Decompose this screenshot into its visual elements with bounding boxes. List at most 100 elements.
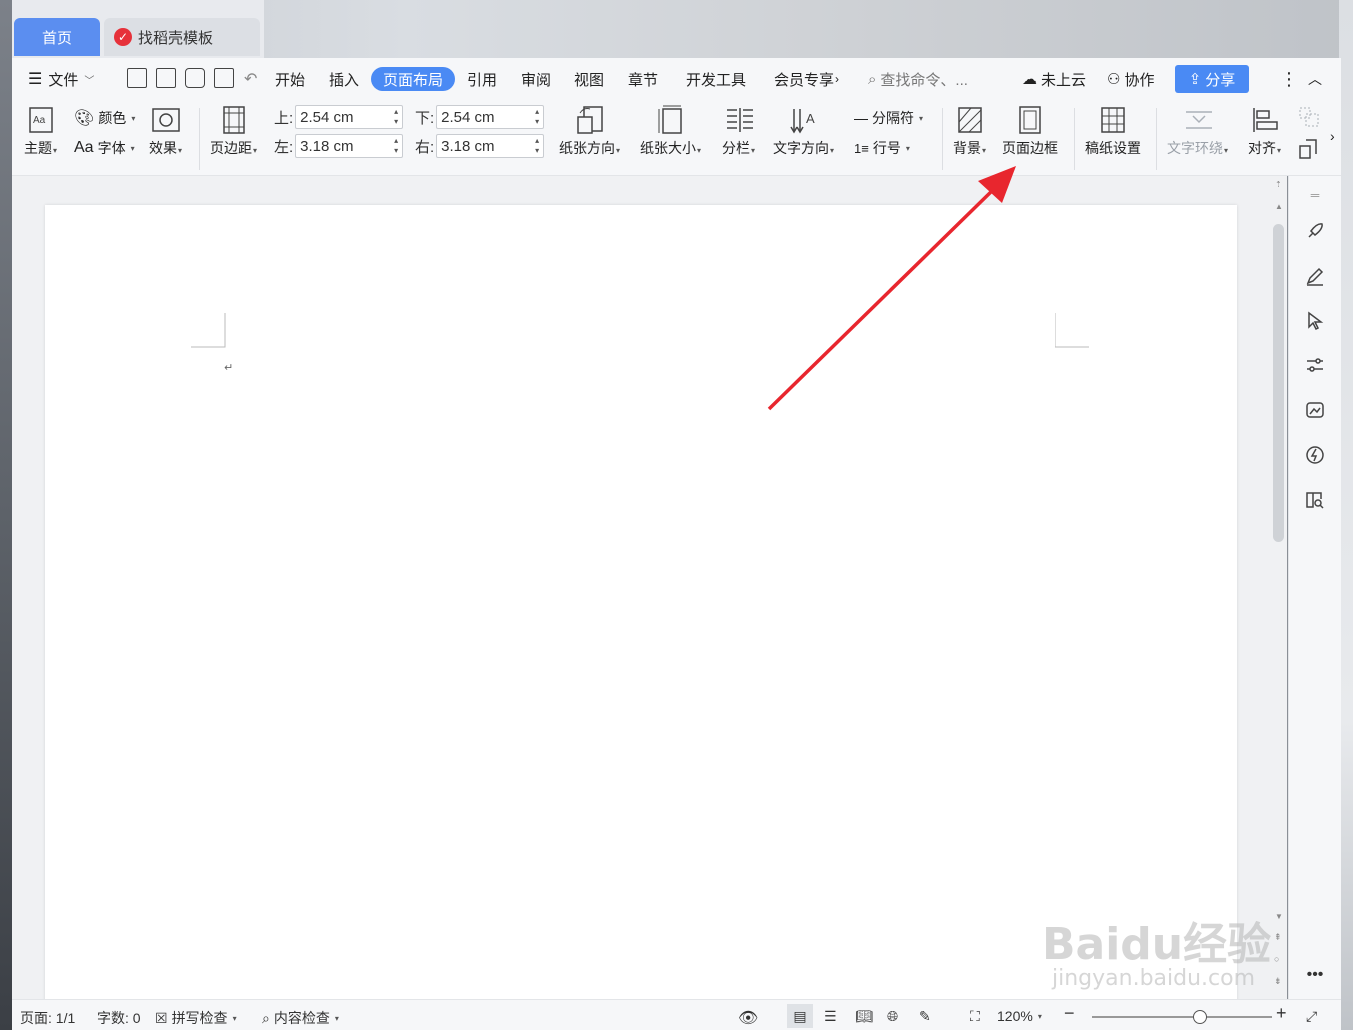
print-icon[interactable] — [185, 68, 205, 88]
collaborate-button[interactable]: ⚇ 协作 — [1107, 67, 1154, 91]
page-count[interactable]: 页面: 1/1 — [20, 1008, 75, 1028]
document-page[interactable]: ↵ — [45, 205, 1237, 1005]
tab-home[interactable]: 首页 — [14, 18, 100, 56]
share-label: 分享 — [1205, 71, 1236, 89]
menu-insert[interactable]: 插入 — [329, 67, 359, 91]
cloud-status[interactable]: ☁ 未上云 — [1022, 67, 1086, 91]
cursor-icon[interactable] — [1304, 310, 1326, 332]
export-icon[interactable] — [156, 68, 176, 88]
align-button[interactable]: 对齐▾ — [1248, 106, 1281, 158]
file-menu[interactable]: ☰ 文件 ﹀ — [28, 67, 94, 91]
spinner-icon[interactable]: ▴ ▾ — [535, 136, 539, 156]
zoom-level[interactable]: 120% ▾ — [997, 1008, 1042, 1024]
menu-view[interactable]: 视图 — [574, 67, 604, 91]
rocket-icon[interactable] — [1304, 220, 1326, 242]
separator — [1156, 108, 1157, 170]
color-button[interactable]: 🎨︎ 颜色 ▾ — [74, 108, 135, 128]
pen-icon[interactable] — [1304, 265, 1326, 287]
theme-button[interactable]: Aa 主题▾ — [24, 106, 57, 158]
margins-label: 页边距 — [210, 140, 252, 156]
menu-review[interactable]: 审阅 — [521, 67, 551, 91]
zoom-value: 120% — [997, 1008, 1033, 1024]
eye-protection-icon[interactable]: 👁︎ — [738, 1008, 758, 1028]
web-view-icon[interactable]: 🌐︎ — [887, 1008, 898, 1025]
scrollbar-thumb[interactable] — [1273, 224, 1284, 542]
zoom-slider[interactable] — [1092, 1016, 1272, 1018]
zoom-out-icon[interactable]: − — [1064, 1003, 1075, 1024]
fit-page-icon[interactable]: ⛶ — [970, 1008, 980, 1025]
share-button[interactable]: ⇪ 分享 — [1175, 65, 1249, 93]
bottom-margin-value: 2.54 cm — [441, 108, 495, 126]
sliders-icon[interactable] — [1304, 354, 1326, 376]
spell-check-button[interactable]: ☒ 拼写检查 ▾ — [155, 1008, 237, 1028]
scroll-up-icon[interactable]: ▲ — [1275, 202, 1283, 211]
text-wrap-icon — [1184, 106, 1212, 134]
outline-view-icon[interactable]: ☰ — [824, 1008, 837, 1025]
zoom-in-icon[interactable]: + — [1276, 1003, 1287, 1024]
draft-paper-button[interactable]: 稿纸设置 — [1085, 106, 1141, 158]
bottom-margin-input[interactable]: 2.54 cm ▴ ▾ — [436, 105, 545, 129]
breaks-button[interactable]: ⎯⎯ 分隔符 ▾ — [854, 108, 923, 128]
paper-size-icon — [657, 105, 685, 134]
menu-chapter[interactable]: 章节 — [628, 67, 658, 91]
more-horizontal-icon[interactable]: ••• — [1304, 964, 1326, 986]
left-margin-input[interactable]: 3.18 cm ▴ ▾ — [295, 134, 404, 158]
tab-template[interactable]: ✓ 找稻壳模板 — [104, 18, 260, 56]
tab-template-label: 找稻壳模板 — [138, 29, 214, 47]
right-sidebar: ═ ••• — [1288, 176, 1341, 999]
top-margin-input[interactable]: 2.54 cm ▴ ▾ — [295, 105, 404, 129]
write-mode-icon[interactable]: ✎ — [919, 1008, 931, 1025]
menu-more-icon[interactable]: › — [835, 67, 839, 91]
ribbon-scroll-right-icon[interactable]: › — [1330, 128, 1335, 144]
more-options-icon[interactable]: ⋮ — [1280, 67, 1298, 91]
scroll-top-icon[interactable]: ⇡ — [1275, 180, 1282, 189]
menu-member[interactable]: 会员专享 — [774, 67, 834, 91]
lightning-icon[interactable] — [1304, 444, 1326, 466]
font-button[interactable]: Aa 字体 ▾ — [74, 138, 135, 158]
rotate-icon[interactable] — [1298, 138, 1320, 160]
save-icon[interactable] — [127, 68, 147, 88]
sidebar-handle-icon[interactable]: ═ — [1304, 184, 1326, 206]
undo-icon[interactable]: ↶ — [244, 67, 257, 91]
image-edit-icon[interactable] — [1304, 399, 1326, 421]
scroll-down-icon[interactable]: ▼ — [1275, 912, 1283, 921]
spinner-icon[interactable]: ▴ ▾ — [535, 107, 539, 127]
content-check-button[interactable]: ⌕ 内容检查 ▾ — [262, 1008, 339, 1028]
font-label: 字体 — [97, 140, 126, 156]
menu-page-layout[interactable]: 页面布局 — [371, 67, 456, 91]
orientation-button[interactable]: 纸张方向▾ — [559, 106, 620, 158]
search-command[interactable]: ⌕ 查找命令、... — [868, 67, 968, 91]
effect-button[interactable]: 效果▾ — [149, 106, 182, 158]
book-search-icon[interactable] — [1304, 489, 1326, 511]
collapse-ribbon-icon[interactable]: ︿ — [1308, 67, 1322, 91]
group-icon[interactable] — [1298, 106, 1320, 128]
menu-references[interactable]: 引用 — [467, 67, 497, 91]
spinner-icon[interactable]: ▴ ▾ — [394, 136, 398, 156]
page-border-label: 页面边框 — [1002, 140, 1058, 156]
select-browse-icon[interactable]: ○ — [1274, 954, 1279, 964]
fullscreen-icon[interactable]: ⤢ — [1306, 1008, 1317, 1025]
prev-page-icon[interactable]: ⇞ — [1274, 932, 1282, 943]
cloud-status-label: 未上云 — [1041, 71, 1087, 89]
menu-developer[interactable]: 开发工具 — [686, 67, 746, 91]
text-wrap-button[interactable]: 文字环绕▾ — [1167, 106, 1228, 158]
page-border-button[interactable]: 页面边框 — [1002, 106, 1058, 158]
draft-paper-label: 稿纸设置 — [1085, 140, 1141, 156]
background-button[interactable]: 背景▾ — [953, 106, 986, 158]
next-page-icon[interactable]: ⇟ — [1274, 976, 1282, 987]
line-numbers-button[interactable]: 1≡ 行号 ▾ — [854, 138, 910, 158]
paper-size-button[interactable]: 纸张大小▾ — [640, 105, 701, 158]
print-preview-icon[interactable] — [214, 68, 234, 88]
reading-view-icon[interactable]: 📖︎ — [855, 1008, 873, 1025]
spinner-icon[interactable]: ▴ ▾ — [394, 107, 398, 127]
tab-bar: 首页 ✓ 找稻壳模板 — [12, 0, 264, 58]
content-check-label: 内容检查 — [273, 1010, 330, 1026]
zoom-slider-handle[interactable] — [1193, 1010, 1207, 1024]
text-direction-button[interactable]: A 文字方向▾ — [773, 106, 834, 158]
right-margin-input[interactable]: 3.18 cm ▴ ▾ — [436, 134, 545, 158]
columns-button[interactable]: 分栏▾ — [722, 106, 755, 158]
page-view-icon[interactable]: ▤ — [787, 1004, 813, 1028]
menu-start[interactable]: 开始 — [275, 67, 305, 91]
margins-button[interactable]: 页边距▾ — [210, 106, 257, 158]
word-count[interactable]: 字数: 0 — [97, 1008, 141, 1028]
